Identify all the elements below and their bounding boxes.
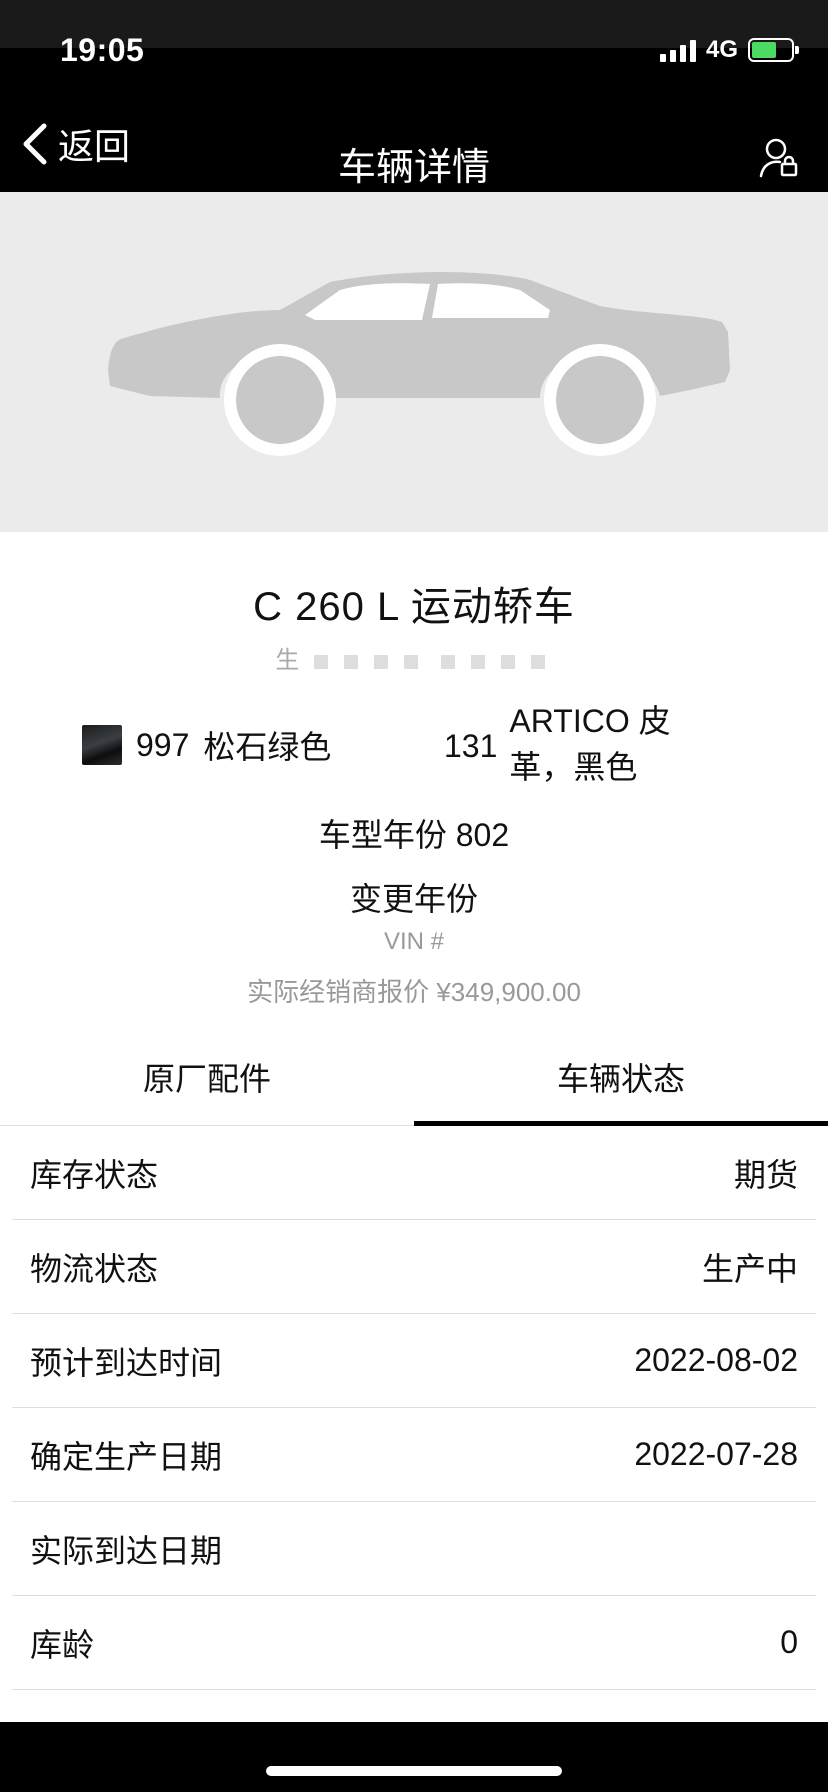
upholstery-name: ARTICO 皮革，黑色 xyxy=(509,703,671,785)
row-label: 库存状态 xyxy=(30,1156,159,1193)
network-type: 4G xyxy=(705,36,738,63)
battery-icon xyxy=(748,38,799,62)
paint-code: 997 xyxy=(136,726,190,763)
signal-icon xyxy=(659,38,696,62)
row-value: 生产中 xyxy=(701,1250,798,1287)
upholstery-info: 131 ARTICO 皮革，黑色 xyxy=(444,698,729,790)
change-year: 变更年份 xyxy=(349,881,478,917)
status-bar: 19:05 4G xyxy=(0,0,828,96)
paint-info: 997 松石绿色 xyxy=(82,722,331,768)
vin-label: VIN # xyxy=(383,928,445,955)
nav-bar: 返回 车辆详情 xyxy=(0,96,828,192)
home-indicator[interactable] xyxy=(266,1766,562,1776)
car-silhouette-icon xyxy=(108,271,730,456)
production-prefix: 生 xyxy=(275,647,300,674)
tab-genuine-parts[interactable]: 原厂配件 xyxy=(0,1030,414,1125)
user-settings-icon[interactable] xyxy=(758,136,802,180)
list-item: 库存状态 期货 xyxy=(12,1126,816,1220)
row-value: 2022-07-28 xyxy=(634,1436,798,1472)
paint-swatch xyxy=(82,725,122,765)
tab-bar: 原厂配件 车辆状态 xyxy=(0,1030,828,1126)
row-label: 预计到达时间 xyxy=(30,1344,223,1381)
vehicle-image xyxy=(0,192,828,532)
row-value: 期货 xyxy=(733,1156,798,1193)
home-bar xyxy=(0,1722,828,1792)
upholstery-code: 131 xyxy=(444,728,498,764)
model-year: 车型年份 802 xyxy=(318,817,510,853)
production-info: 生 xyxy=(0,640,828,675)
row-label: 实际到达日期 xyxy=(30,1532,223,1569)
page-title: 车辆详情 xyxy=(337,147,490,189)
status-time: 19:05 xyxy=(60,32,145,68)
status-list: 库存状态 期货 物流状态 生产中 预计到达时间 2022-08-02 确定生产日… xyxy=(12,1126,816,1690)
row-value: 0 xyxy=(780,1624,798,1660)
status-indicators: 4G xyxy=(659,36,799,64)
list-item: 确定生产日期 2022-07-28 xyxy=(12,1408,816,1502)
row-label: 库龄 xyxy=(30,1626,95,1663)
list-item: 实际到达日期 xyxy=(12,1502,816,1596)
row-label: 确定生产日期 xyxy=(30,1438,223,1475)
dealer-price: 实际经销商报价 ¥349,900.00 xyxy=(247,977,581,1007)
paint-name: 松石绿色 xyxy=(203,729,332,765)
list-item: 预计到达时间 2022-08-02 xyxy=(12,1314,816,1408)
row-label: 物流状态 xyxy=(30,1250,159,1287)
tab-vehicle-status[interactable]: 车辆状态 xyxy=(414,1030,828,1126)
list-item: 库龄 0 xyxy=(12,1596,816,1690)
list-item: 物流状态 生产中 xyxy=(12,1220,816,1314)
model-name: C 260 L 运动轿车 xyxy=(253,585,575,629)
row-value: 2022-08-02 xyxy=(634,1342,798,1378)
